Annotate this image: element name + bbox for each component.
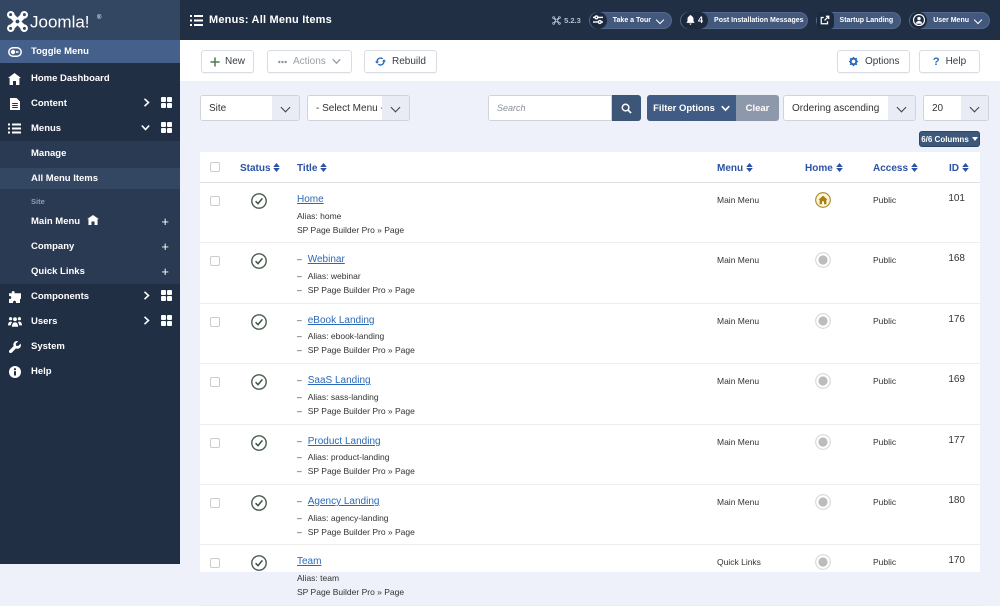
- svg-text:®: ®: [97, 14, 102, 21]
- svg-text:Joomla!: Joomla!: [30, 12, 90, 31]
